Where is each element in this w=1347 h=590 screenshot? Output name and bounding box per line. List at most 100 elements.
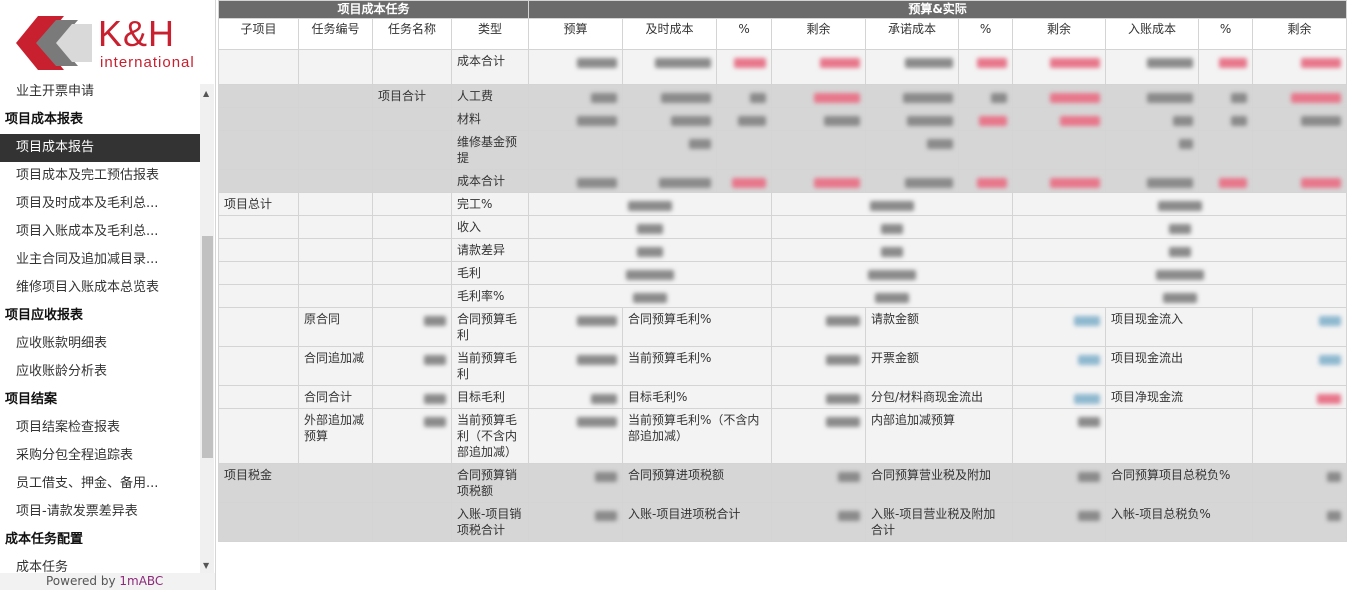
scroll-up-icon[interactable]: ▲ xyxy=(203,89,211,99)
table-row: 合同合计 目标毛利 目标毛利% 分包/材料商现金流出 项目净现金流 xyxy=(218,385,1347,409)
task-no-cell: 原合同 xyxy=(298,307,373,347)
group-header-cost-task: 项目成本任务 xyxy=(217,0,530,19)
subproject-cell: 项目税金 xyxy=(218,463,299,503)
type-cell: 收入 xyxy=(450,215,530,239)
redacted-value xyxy=(905,58,954,68)
type-cell: 合同预算销项税额 xyxy=(450,463,530,503)
sidebar-item[interactable]: 项目结案检查报表 xyxy=(0,414,200,442)
powered-by: Powered by 1mABC xyxy=(0,573,215,590)
redacted-value xyxy=(626,270,675,280)
redacted-value xyxy=(1301,178,1342,188)
redacted-value xyxy=(661,93,712,103)
sidebar-item[interactable]: 应收账龄分析表 xyxy=(0,358,200,386)
sidebar-item[interactable]: 项目入账成本及毛利总... xyxy=(0,218,200,246)
redacted-value xyxy=(750,93,767,103)
sidebar-item[interactable]: 应收账款明细表 xyxy=(0,330,200,358)
redacted-value xyxy=(1074,316,1101,326)
powered-by-brand[interactable]: 1mABC xyxy=(119,574,163,588)
col-header-pct[interactable]: % xyxy=(958,18,1014,50)
redacted-value xyxy=(826,394,861,404)
redacted-value xyxy=(577,116,618,126)
label-cell: 合同预算毛利% xyxy=(622,307,773,347)
redacted-value xyxy=(826,316,861,326)
task-no-cell: 外部追加减预算 xyxy=(298,408,373,464)
type-cell: 成本合计 xyxy=(450,169,530,193)
sidebar-item[interactable]: 项目成本及完工预估报表 xyxy=(0,162,200,190)
col-header-remaining[interactable]: 剩余 xyxy=(1252,18,1347,50)
scroll-down-icon[interactable]: ▼ xyxy=(203,561,211,571)
sidebar-scrollbar-thumb[interactable] xyxy=(202,236,213,458)
redacted-value xyxy=(1319,355,1342,365)
sidebar-item[interactable]: 成本任务 xyxy=(0,554,200,573)
redacted-value xyxy=(977,178,1008,188)
table-group-header-row: 项目成本任务 预算&实际 xyxy=(217,0,1347,19)
redacted-value xyxy=(1147,93,1194,103)
label-cell: 开票金额 xyxy=(865,346,1014,386)
sidebar-item[interactable]: 业主合同及追加减目录... xyxy=(0,246,200,274)
redacted-value xyxy=(824,116,861,126)
redacted-value xyxy=(628,201,673,211)
col-header-subproject[interactable]: 子项目 xyxy=(218,18,299,50)
type-cell: 当前预算毛利 xyxy=(450,346,530,386)
type-cell: 目标毛利 xyxy=(450,385,530,409)
col-header-budget[interactable]: 预算 xyxy=(528,18,624,50)
sidebar-item[interactable]: 员工借支、押金、备用... xyxy=(0,470,200,498)
redacted-value xyxy=(1074,394,1101,404)
redacted-value xyxy=(1317,394,1342,404)
sidebar-item[interactable]: 采购分包全程追踪表 xyxy=(0,442,200,470)
redacted-value xyxy=(424,417,446,427)
type-cell: 毛利率% xyxy=(450,284,530,308)
table-row: 项目总计 完工% xyxy=(218,192,1347,216)
label-cell: 项目现金流出 xyxy=(1105,346,1254,386)
type-cell: 当前预算毛利（不含内部追加减） xyxy=(450,408,530,464)
table-column-header-row: 子项目 任务编号 任务名称 类型 预算 及时成本 % 剩余 承诺成本 % 剩余 … xyxy=(218,18,1347,50)
col-header-task-name[interactable]: 任务名称 xyxy=(372,18,452,50)
col-header-pct[interactable]: % xyxy=(716,18,773,50)
table-row: 毛利 xyxy=(218,261,1347,285)
redacted-value xyxy=(591,93,618,103)
redacted-value xyxy=(1050,178,1101,188)
col-header-committed-cost[interactable]: 承诺成本 xyxy=(865,18,960,50)
redacted-value xyxy=(870,201,915,211)
label-cell: 目标毛利% xyxy=(622,385,773,409)
sidebar-item[interactable]: 业主开票申请 xyxy=(0,78,200,106)
redacted-value xyxy=(826,355,861,365)
type-cell: 完工% xyxy=(450,192,530,216)
redacted-value xyxy=(1157,201,1202,211)
redacted-value xyxy=(991,93,1008,103)
sidebar-item[interactable]: 项目-请款发票差异表 xyxy=(0,498,200,526)
col-header-remaining[interactable]: 剩余 xyxy=(771,18,867,50)
redacted-value xyxy=(1173,116,1194,126)
redacted-value xyxy=(1078,472,1101,482)
sidebar-group-header: 项目成本报表 xyxy=(5,112,84,127)
brand-name: K&H xyxy=(98,13,176,54)
sidebar-group-header: 项目应收报表 xyxy=(5,308,84,323)
redacted-value xyxy=(1231,116,1248,126)
type-cell: 请款差异 xyxy=(450,238,530,262)
redacted-value xyxy=(1147,178,1194,188)
label-cell: 当前预算毛利% xyxy=(622,346,773,386)
table-row: 项目合计 人工费 xyxy=(218,84,1347,108)
redacted-value xyxy=(655,58,712,68)
sidebar-item[interactable]: 维修项目入账成本总览表 xyxy=(0,274,200,302)
redacted-value xyxy=(577,178,618,188)
table-row: 收入 xyxy=(218,215,1347,239)
col-header-type[interactable]: 类型 xyxy=(450,18,530,50)
col-header-posted-cost[interactable]: 入账成本 xyxy=(1105,18,1200,50)
col-header-timely-cost[interactable]: 及时成本 xyxy=(622,18,718,50)
sidebar-item[interactable]: 项目及时成本及毛利总... xyxy=(0,190,200,218)
redacted-value xyxy=(1162,293,1197,303)
redacted-value xyxy=(1147,58,1194,68)
table-row: 项目税金 合同预算销项税额 合同预算进项税额 合同预算营业税及附加 合同预算项目… xyxy=(218,463,1347,503)
col-header-task-no[interactable]: 任务编号 xyxy=(298,18,373,50)
label-cell: 入账-项目营业税及附加合计 xyxy=(865,502,1014,542)
sidebar-item[interactable]: 项目成本报告 xyxy=(0,134,200,162)
redacted-value xyxy=(868,270,917,280)
redacted-value xyxy=(1179,139,1194,149)
redacted-value xyxy=(905,178,954,188)
redacted-value xyxy=(1168,247,1191,257)
redacted-value xyxy=(1050,58,1101,68)
col-header-pct[interactable]: % xyxy=(1198,18,1254,50)
col-header-remaining[interactable]: 剩余 xyxy=(1012,18,1107,50)
report-content: 项目成本任务 预算&实际 子项目 任务编号 任务名称 类型 预算 及时成本 % … xyxy=(216,0,1347,590)
